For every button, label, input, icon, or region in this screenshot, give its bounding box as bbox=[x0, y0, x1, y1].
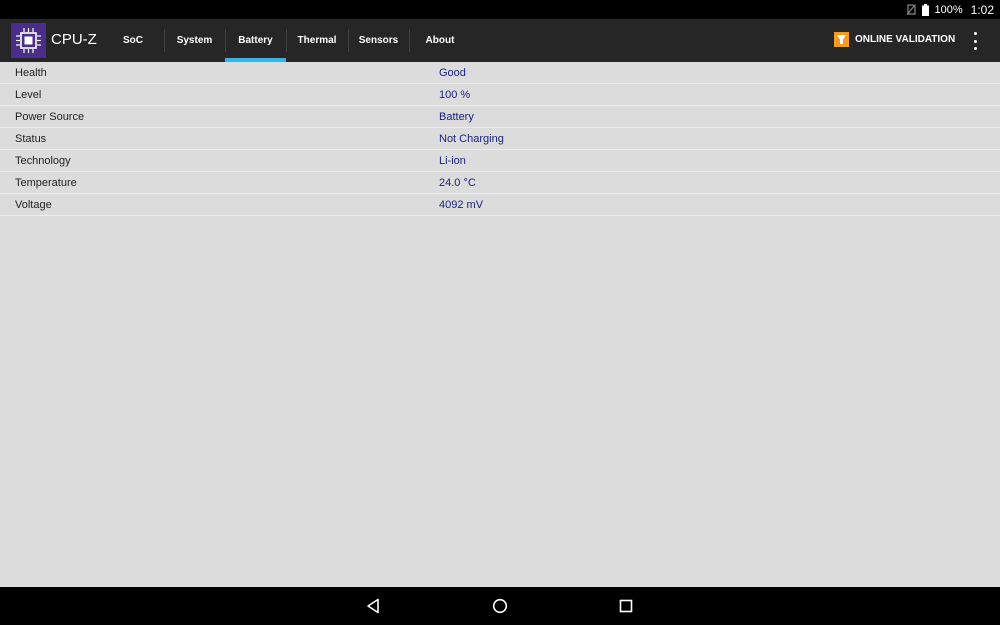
no-sim-icon bbox=[906, 4, 916, 15]
app-title: CPU-Z bbox=[51, 31, 97, 48]
tab-about[interactable]: About bbox=[409, 19, 471, 62]
row-label: Level bbox=[15, 89, 42, 101]
info-row-status: Status Not Charging bbox=[0, 128, 1000, 150]
home-icon[interactable] bbox=[491, 597, 509, 615]
info-row-health: Health Good bbox=[0, 62, 1000, 84]
system-nav-bar bbox=[0, 587, 1000, 625]
info-row-level: Level 100 % bbox=[0, 84, 1000, 106]
row-label: Power Source bbox=[15, 111, 85, 123]
online-validation-label: ONLINE VALIDATION bbox=[855, 34, 956, 45]
status-bar: 100% 1:02 bbox=[0, 0, 1000, 19]
overflow-dot bbox=[973, 47, 977, 50]
tab-soc[interactable]: SoC bbox=[102, 19, 164, 62]
clock: 1:02 bbox=[970, 2, 994, 17]
info-row-power-source: Power Source Battery bbox=[0, 106, 1000, 128]
overflow-dot bbox=[973, 32, 977, 35]
recents-icon[interactable] bbox=[617, 597, 635, 615]
row-label: Temperature bbox=[15, 177, 77, 189]
row-label: Voltage bbox=[15, 199, 52, 211]
back-icon[interactable] bbox=[364, 597, 382, 615]
row-label: Health bbox=[15, 67, 47, 79]
tab-system[interactable]: System bbox=[164, 19, 225, 62]
row-value: Battery bbox=[439, 111, 474, 123]
validation-icon bbox=[834, 32, 849, 47]
info-row-voltage: Voltage 4092 mV bbox=[0, 194, 1000, 216]
cpu-chip-icon bbox=[11, 23, 46, 58]
battery-info-panel: Health Good Level 100 % Power Source Bat… bbox=[0, 62, 1000, 587]
row-value: Not Charging bbox=[439, 133, 504, 145]
row-value: Li-ion bbox=[439, 155, 466, 167]
info-row-temperature: Temperature 24.0 °C bbox=[0, 172, 1000, 194]
row-value: 100 % bbox=[439, 89, 471, 101]
row-label: Status bbox=[15, 133, 47, 145]
row-value: 24.0 °C bbox=[439, 177, 476, 189]
battery-percent: 100% bbox=[934, 3, 963, 16]
info-row-technology: Technology Li-ion bbox=[0, 150, 1000, 172]
row-value: Good bbox=[439, 67, 466, 79]
row-value: 4092 mV bbox=[439, 199, 484, 211]
tab-thermal[interactable]: Thermal bbox=[286, 19, 348, 62]
app-bar: CPU-Z SoC System Battery Thermal Sensors… bbox=[0, 19, 1000, 62]
overflow-dot bbox=[973, 39, 977, 43]
tab-sensors[interactable]: Sensors bbox=[348, 19, 409, 62]
tab-battery[interactable]: Battery bbox=[225, 19, 286, 62]
battery-icon bbox=[921, 3, 929, 16]
online-validation-button[interactable]: ONLINE VALIDATION bbox=[834, 32, 955, 47]
overflow-menu-icon[interactable] bbox=[966, 30, 984, 52]
row-label: Technology bbox=[15, 155, 71, 167]
